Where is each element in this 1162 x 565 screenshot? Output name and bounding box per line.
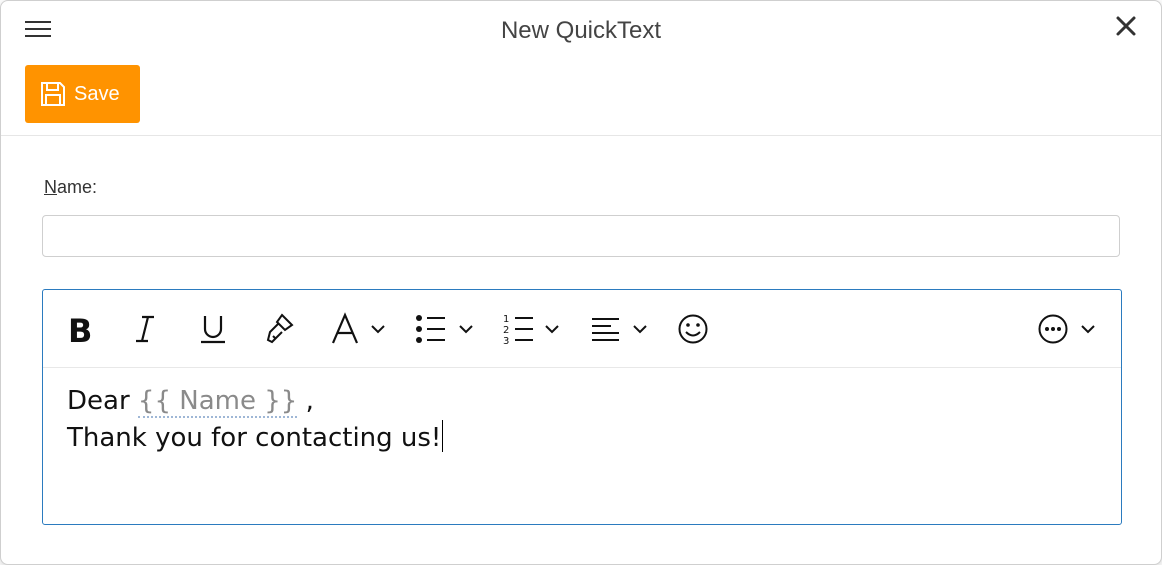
numbering-dropdown[interactable]: 123 bbox=[503, 312, 559, 346]
message-text: Thank you for contacting us! bbox=[67, 423, 442, 453]
svg-text:3: 3 bbox=[503, 336, 509, 346]
editor-toolbar: B 1 2 3 bbox=[43, 290, 1121, 368]
chevron-down-icon bbox=[371, 324, 385, 334]
svg-text:1: 1 bbox=[503, 314, 509, 325]
dialog-header: New QuickText Save bbox=[1, 1, 1161, 136]
name-placeholder-token[interactable]: {{ Name }} bbox=[137, 386, 298, 418]
font-icon bbox=[331, 312, 361, 346]
name-input[interactable] bbox=[42, 215, 1120, 257]
name-label-accesskey: N bbox=[44, 177, 57, 197]
chevron-down-icon bbox=[633, 324, 647, 334]
more-options-dropdown[interactable] bbox=[1037, 312, 1095, 346]
svg-text:2: 2 bbox=[503, 325, 509, 336]
bulleted-list-icon bbox=[415, 312, 447, 346]
underline-icon bbox=[199, 312, 227, 346]
editor-line-1: Dear {{ Name }} , bbox=[67, 383, 443, 420]
rich-text-editor[interactable]: B 1 2 3 Dear {{Name}} , Thank you for … bbox=[42, 289, 1122, 525]
close-icon[interactable] bbox=[1113, 13, 1139, 39]
bold-icon: B bbox=[67, 312, 93, 346]
comma-text: , bbox=[297, 386, 314, 416]
align-dropdown[interactable] bbox=[591, 312, 647, 346]
dialog-title: New QuickText bbox=[500, 17, 662, 44]
italic-icon bbox=[133, 312, 157, 346]
underline-button[interactable] bbox=[199, 312, 227, 346]
more-options-icon bbox=[1037, 313, 1069, 345]
save-button[interactable]: Save bbox=[25, 65, 140, 123]
chevron-down-icon bbox=[1081, 324, 1095, 334]
emoji-icon bbox=[677, 313, 709, 345]
format-painter-button[interactable] bbox=[263, 312, 295, 346]
format-painter-icon bbox=[263, 312, 295, 346]
name-label: Name: bbox=[44, 177, 97, 198]
chevron-down-icon bbox=[459, 324, 473, 334]
chevron-down-icon bbox=[545, 324, 559, 334]
numbered-list-icon: 123 bbox=[503, 312, 535, 346]
svg-text:B: B bbox=[68, 312, 92, 346]
editor-line-2: Thank you for contacting us! bbox=[67, 420, 444, 457]
italic-button[interactable] bbox=[133, 312, 157, 346]
greeting-text: Dear bbox=[67, 386, 130, 416]
text-caret bbox=[442, 420, 444, 452]
name-label-text: ame: bbox=[57, 177, 98, 197]
bold-button[interactable]: B bbox=[67, 312, 93, 346]
floppy-disk-icon bbox=[39, 80, 67, 108]
font-dropdown[interactable] bbox=[331, 312, 385, 346]
emoji-button[interactable] bbox=[677, 312, 709, 346]
editor-content[interactable]: Dear {{ Name }} , Thank you for contacti… bbox=[67, 383, 444, 457]
align-left-icon bbox=[591, 312, 621, 346]
save-label: Save bbox=[74, 82, 120, 105]
bullets-dropdown[interactable] bbox=[415, 312, 473, 346]
quicktext-dialog: New QuickText Save Name: B 1 2 3 Dear {{… bbox=[0, 0, 1162, 565]
